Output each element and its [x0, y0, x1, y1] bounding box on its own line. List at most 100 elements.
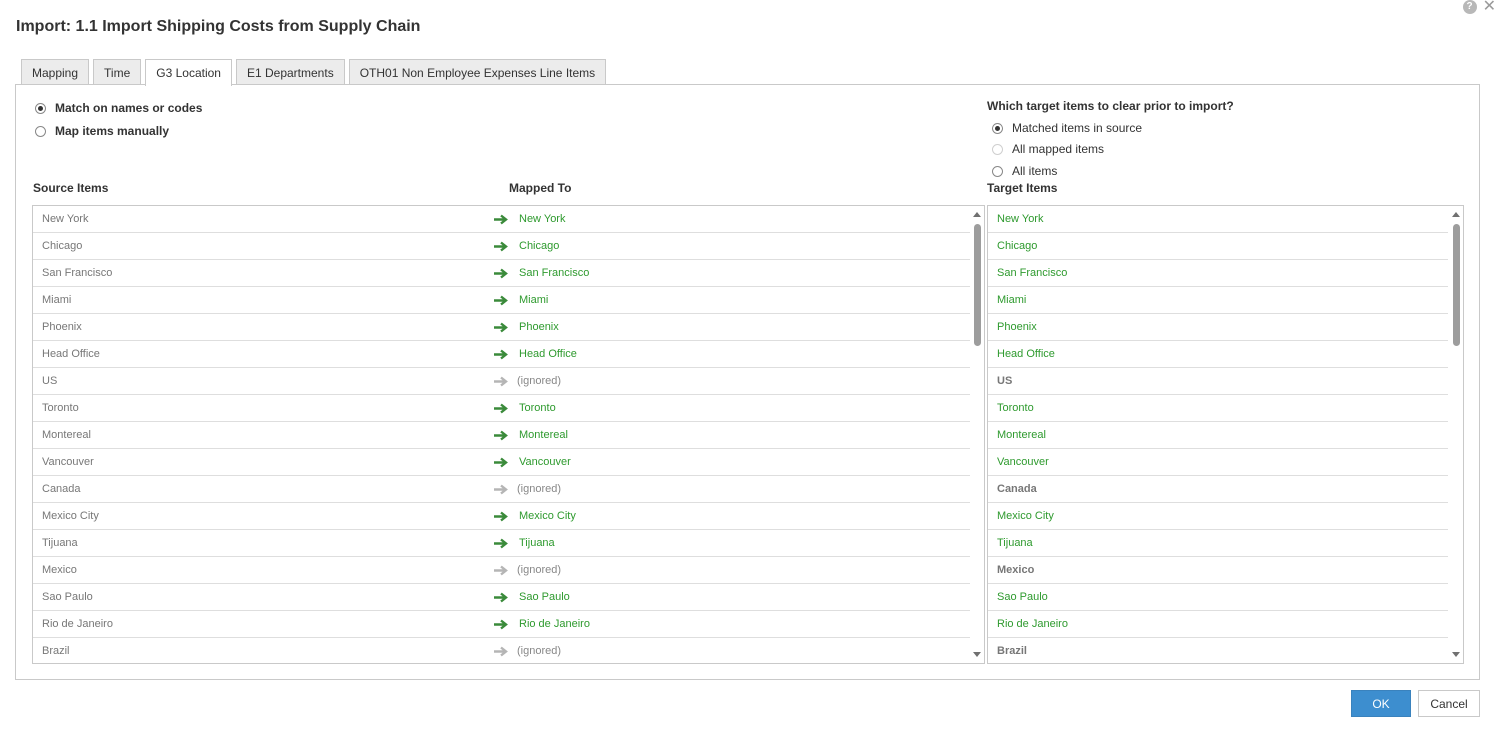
source-item-label: Rio de Janeiro	[42, 618, 113, 630]
help-icon[interactable]: ?	[1462, 0, 1477, 14]
source-item-label: Montereal	[42, 429, 91, 441]
mapping-row[interactable]: Montereal Montereal	[33, 422, 970, 449]
mapping-row[interactable]: Chicago Chicago	[33, 233, 970, 260]
target-item-row[interactable]: US	[988, 368, 1448, 395]
mapping-row[interactable]: Rio de Janeiro Rio de Janeiro	[33, 611, 970, 638]
target-item-row[interactable]: Head Office	[988, 341, 1448, 368]
target-item-row[interactable]: Phoenix	[988, 314, 1448, 341]
clear-matched-radio[interactable]	[992, 122, 1003, 134]
mapped-item-link[interactable]: Head Office	[519, 341, 577, 368]
target-item-row[interactable]: Vancouver	[988, 449, 1448, 476]
mapping-row[interactable]: San Francisco San Francisco	[33, 260, 970, 287]
tab-oth01-non-employee-expenses[interactable]: OTH01 Non Employee Expenses Line Items	[348, 59, 607, 85]
mapped-item-link[interactable]: Tijuana	[519, 530, 555, 557]
target-item-row[interactable]: Sao Paulo	[988, 584, 1448, 611]
target-items-list[interactable]: New York Chicago San Francisco Miami Phoenix…	[987, 205, 1464, 664]
mapping-list[interactable]: New York New York Chicago Chicago San Franci…	[32, 205, 985, 664]
scroll-up-arrow-icon[interactable]	[1452, 212, 1460, 217]
mapped-item-link[interactable]: Sao Paulo	[519, 584, 570, 611]
target-item-row[interactable]: Mexico	[988, 557, 1448, 584]
mapping-row[interactable]: Vancouver Vancouver	[33, 449, 970, 476]
mapping-row[interactable]: Toronto Toronto	[33, 395, 970, 422]
mapping-row[interactable]: Mexico City Mexico City	[33, 503, 970, 530]
mapping-arrow-icon	[494, 295, 508, 306]
clear-all-radio[interactable]	[992, 165, 1003, 177]
target-item-row[interactable]: New York	[988, 206, 1448, 233]
mapping-row[interactable]: Sao Paulo Sao Paulo	[33, 584, 970, 611]
target-item-row[interactable]: Brazil	[988, 638, 1448, 663]
mapping-row[interactable]: US (ignored)	[33, 368, 970, 395]
mapped-item-link[interactable]: Vancouver	[519, 449, 571, 476]
map-manually-option[interactable]: Map items manually	[35, 124, 169, 138]
target-item-row[interactable]: Canada	[988, 476, 1448, 503]
mapping-arrow-icon	[494, 322, 508, 333]
ignored-label[interactable]: (ignored)	[517, 557, 561, 584]
mapping-arrow-icon	[494, 592, 508, 603]
tab-time[interactable]: Time	[93, 59, 142, 85]
clear-all-label: All items	[1012, 164, 1058, 178]
mapped-item-link[interactable]: New York	[519, 206, 565, 233]
mapping-arrow-icon	[494, 565, 508, 576]
mapping-arrow-icon	[494, 538, 508, 549]
target-item-row[interactable]: Toronto	[988, 395, 1448, 422]
mapped-item-link[interactable]: Phoenix	[519, 314, 559, 341]
mapped-item-link[interactable]: Toronto	[519, 395, 556, 422]
target-item-row[interactable]: Mexico City	[988, 503, 1448, 530]
clear-all-mapped-option[interactable]: All mapped items	[992, 142, 1104, 156]
match-names-label: Match on names or codes	[55, 101, 203, 115]
mapping-scrollbar[interactable]	[970, 206, 984, 663]
mapped-item-link[interactable]: Montereal	[519, 422, 568, 449]
mapped-item-link[interactable]: San Francisco	[519, 260, 589, 287]
tab-mapping[interactable]: Mapping	[21, 59, 90, 85]
match-names-radio[interactable]	[35, 102, 46, 114]
target-item-row[interactable]: Miami	[988, 287, 1448, 314]
target-item-row[interactable]: Tijuana	[988, 530, 1448, 557]
target-item-label: Head Office	[997, 348, 1055, 360]
target-scrollbar[interactable]	[1449, 206, 1463, 663]
mapping-row[interactable]: Brazil (ignored)	[33, 638, 970, 663]
target-item-row[interactable]: Rio de Janeiro	[988, 611, 1448, 638]
mapped-item-link[interactable]: Miami	[519, 287, 548, 314]
mapping-arrow-icon	[494, 241, 508, 252]
source-item-label: US	[42, 375, 58, 387]
mapping-row[interactable]: Mexico (ignored)	[33, 557, 970, 584]
source-item-label: Phoenix	[42, 321, 82, 333]
mapping-row[interactable]: Canada (ignored)	[33, 476, 970, 503]
scroll-down-arrow-icon[interactable]	[973, 652, 981, 657]
ignored-label[interactable]: (ignored)	[517, 476, 561, 503]
clear-matched-option[interactable]: Matched items in source	[992, 121, 1142, 135]
target-item-label: US	[997, 375, 1013, 387]
scroll-down-arrow-icon[interactable]	[1452, 652, 1460, 657]
scroll-up-arrow-icon[interactable]	[973, 212, 981, 217]
mapping-scroll-thumb[interactable]	[974, 224, 981, 346]
clear-all-option[interactable]: All items	[992, 164, 1057, 178]
target-item-label: Mexico	[997, 564, 1035, 576]
target-scroll-thumb[interactable]	[1453, 224, 1460, 346]
target-item-row[interactable]: Chicago	[988, 233, 1448, 260]
clear-all-mapped-radio[interactable]	[992, 143, 1003, 155]
mapping-row[interactable]: Miami Miami	[33, 287, 970, 314]
mapped-item-link[interactable]: Chicago	[519, 233, 559, 260]
target-item-label: Rio de Janeiro	[997, 618, 1068, 630]
mapped-item-link[interactable]: Mexico City	[519, 503, 576, 530]
mapping-row[interactable]: Tijuana Tijuana	[33, 530, 970, 557]
close-icon[interactable]: ✕	[1483, 0, 1496, 15]
ignored-label[interactable]: (ignored)	[517, 638, 561, 663]
mapping-row[interactable]: Head Office Head Office	[33, 341, 970, 368]
ignored-label[interactable]: (ignored)	[517, 368, 561, 395]
map-manually-radio[interactable]	[35, 125, 46, 137]
cancel-button[interactable]: Cancel	[1418, 690, 1480, 717]
source-item-label: Vancouver	[42, 456, 94, 468]
dialog-title: Import: 1.1 Import Shipping Costs from S…	[16, 18, 421, 35]
ok-button[interactable]: OK	[1351, 690, 1411, 717]
target-item-row[interactable]: Montereal	[988, 422, 1448, 449]
mapped-item-link[interactable]: Rio de Janeiro	[519, 611, 590, 638]
match-names-option[interactable]: Match on names or codes	[35, 101, 202, 115]
mapping-row[interactable]: Phoenix Phoenix	[33, 314, 970, 341]
mapping-row[interactable]: New York New York	[33, 206, 970, 233]
mapping-arrow-icon	[494, 484, 508, 495]
target-items-heading: Target Items	[987, 181, 1058, 195]
tab-g3-location[interactable]: G3 Location	[145, 59, 232, 86]
tab-e1-departments[interactable]: E1 Departments	[235, 59, 345, 85]
target-item-row[interactable]: San Francisco	[988, 260, 1448, 287]
